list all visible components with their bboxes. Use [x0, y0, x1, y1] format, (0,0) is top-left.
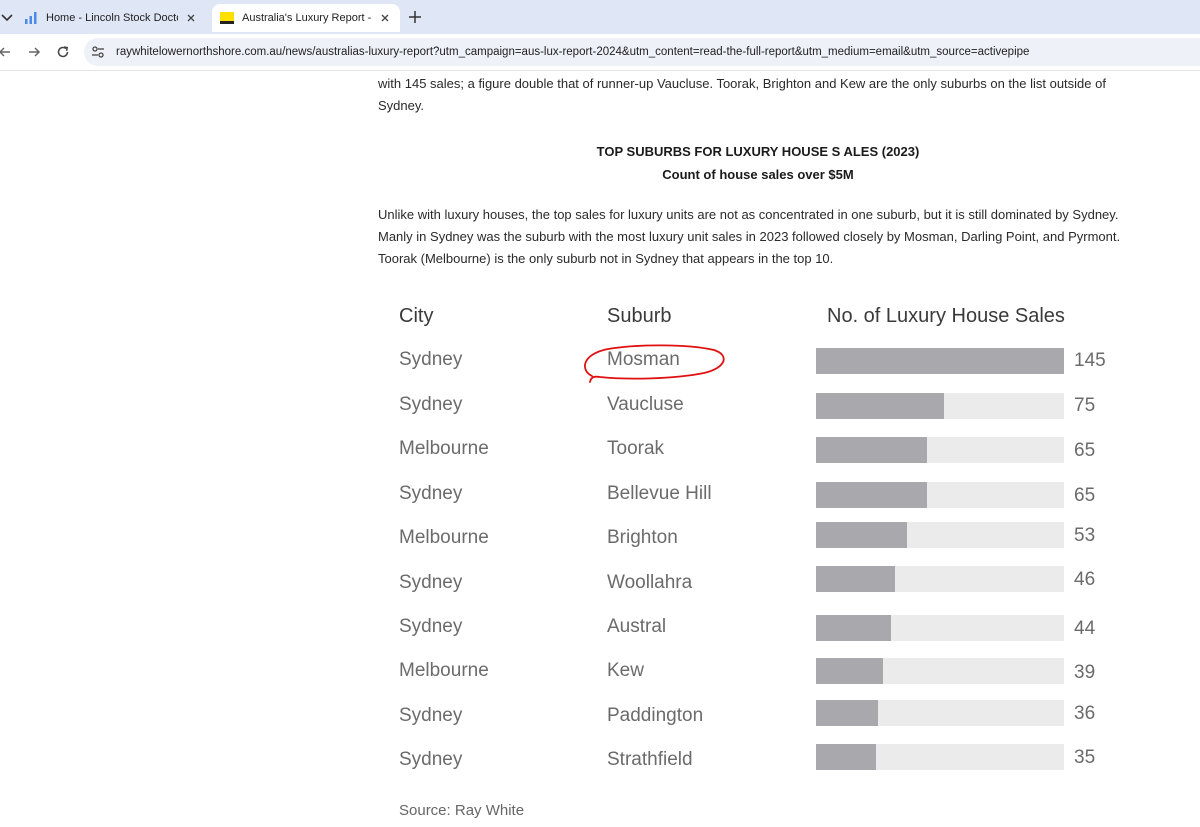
bar-track: [816, 437, 1064, 463]
bar-value-label: 35: [1074, 747, 1096, 768]
tab-home-lincoln-stock-doctor[interactable]: Home - Lincoln Stock Doctor: [16, 4, 206, 32]
bar-woollahra: [816, 566, 895, 592]
bar-toorak: [816, 437, 927, 463]
tab-strip: Home - Lincoln Stock Doctor Australia's …: [0, 0, 1200, 34]
cell-city: Sydney: [399, 572, 463, 593]
units-paragraph: Unlike with luxury houses, the top sales…: [378, 204, 1148, 270]
cell-city: Sydney: [399, 394, 463, 415]
bar-track: [816, 700, 1064, 726]
cell-suburb: Kew: [607, 660, 644, 681]
bar-value-label: 39: [1074, 662, 1096, 683]
bar-track: [816, 744, 1064, 770]
source-note: Source: Ray White: [399, 802, 525, 819]
tab-australias-luxury-report[interactable]: Australia's Luxury Report - New: [212, 4, 400, 32]
reload-icon[interactable]: [54, 43, 72, 61]
bar-track: [816, 658, 1064, 684]
cell-city: Sydney: [399, 483, 463, 504]
paragraph-line: Toorak (Melbourne) is the only suburb no…: [378, 251, 834, 266]
new-tab-plus-icon[interactable]: [405, 8, 425, 26]
paragraph-line: Sydney.: [378, 98, 425, 113]
red-circle-annotation: [584, 344, 725, 383]
site-settings-icon[interactable]: [90, 44, 106, 60]
bar-track: [816, 566, 1064, 592]
bar-brighton: [816, 522, 907, 548]
bar-bellevue-hill: [816, 482, 927, 508]
header-sales: No. of Luxury House Sales: [827, 305, 1065, 327]
url-text: raywhitelowernorthshore.com.au/news/aust…: [116, 46, 1030, 58]
chart-heading: TOP SUBURBS FOR LUXURY HOUSE S ALES (202…: [378, 140, 1138, 186]
bar-paddington: [816, 700, 878, 726]
bar-value-label: 65: [1074, 440, 1096, 461]
address-bar[interactable]: raywhitelowernorthshore.com.au/news/aust…: [84, 38, 1200, 66]
bar-value-label: 44: [1074, 618, 1096, 639]
bar-mosman: [816, 348, 1064, 374]
cell-suburb: Paddington: [607, 705, 704, 726]
bar-track: [816, 393, 1064, 419]
paragraph-line: Unlike with luxury houses, the top sales…: [378, 207, 1119, 222]
chart-title: TOP SUBURBS FOR LUXURY HOUSE S ALES (202…: [596, 144, 920, 159]
bar-vaucluse: [816, 393, 944, 419]
tab-title: Australia's Luxury Report - New: [242, 12, 372, 24]
bar-value-label: 53: [1074, 525, 1096, 546]
forward-arrow-icon[interactable]: [25, 43, 43, 61]
bar-track: [816, 482, 1064, 508]
bar-track: [816, 615, 1064, 641]
cell-suburb: Toorak: [607, 438, 665, 459]
close-tab-icon[interactable]: [184, 11, 198, 25]
tab-search-chevron-icon[interactable]: [0, 8, 14, 26]
cell-city: Melbourne: [399, 527, 489, 548]
bar-track: [816, 348, 1064, 374]
bar-value-label: 46: [1074, 569, 1096, 590]
chart-subtitle: Count of house sales over $5M: [662, 167, 854, 182]
back-arrow-icon[interactable]: [0, 43, 14, 61]
cell-suburb: Austral: [607, 616, 667, 637]
bar-kew: [816, 658, 883, 684]
cell-city: Melbourne: [399, 660, 489, 681]
bar-value-label: 145: [1074, 350, 1106, 371]
header-suburb: Suburb: [607, 305, 672, 327]
cell-suburb: Brighton: [607, 527, 678, 548]
bar-austral: [816, 615, 891, 641]
bar-track: [816, 522, 1064, 548]
cell-city: Sydney: [399, 705, 463, 726]
cell-suburb: Bellevue Hill: [607, 483, 712, 504]
paragraph-line: with 145 sales; a figure double that of …: [378, 76, 1106, 91]
header-city: City: [399, 305, 434, 327]
bar-strathfield: [816, 744, 876, 770]
cell-city: Melbourne: [399, 438, 489, 459]
address-toolbar: raywhitelowernorthshore.com.au/news/aust…: [0, 34, 1200, 71]
cell-city: Sydney: [399, 349, 463, 370]
cell-suburb: Vaucluse: [607, 394, 684, 415]
bar-value-label: 36: [1074, 703, 1096, 724]
cell-city: Sydney: [399, 749, 463, 770]
bar-chart-favicon-icon: [25, 12, 37, 24]
cell-suburb: Woollahra: [607, 572, 693, 593]
cell-city: Sydney: [399, 616, 463, 637]
intro-paragraph: with 145 sales; a figure double that of …: [378, 73, 1138, 117]
bar-value-label: 65: [1074, 485, 1096, 506]
cell-suburb: Strathfield: [607, 749, 693, 770]
bar-value-label: 75: [1074, 395, 1096, 416]
ray-white-favicon-icon: [220, 12, 234, 24]
tab-title: Home - Lincoln Stock Doctor: [46, 12, 178, 24]
close-tab-icon[interactable]: [378, 11, 392, 25]
paragraph-line: Manly in Sydney was the suburb with the …: [378, 229, 1121, 244]
